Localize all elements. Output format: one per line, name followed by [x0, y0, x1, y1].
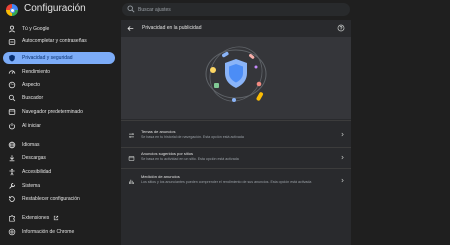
item-title: Temas de anuncios: [141, 129, 176, 134]
sidebar-item-default-browser[interactable]: Navegador predeterminado: [3, 106, 115, 118]
top-bar: Configuración: [0, 0, 450, 20]
item-description: Los sitios y los anunciantes pueden comp…: [141, 180, 312, 184]
sidebar-item-label: Buscador: [22, 95, 44, 101]
app-title: Configuración: [24, 3, 86, 14]
help-icon[interactable]: [337, 24, 345, 32]
sidebar-item-label: Tú y Google: [22, 26, 50, 32]
page-header: Privacidad en la publicidad: [121, 20, 351, 36]
sidebar-item-appearance[interactable]: Aspecto: [3, 79, 115, 91]
item-title: Medición de anuncios: [141, 174, 180, 179]
sidebar-item-label: Accesibilidad: [22, 169, 52, 175]
site-ads-icon: [128, 156, 135, 161]
sidebar-item-about-chrome[interactable]: Información de Chrome: [3, 226, 115, 238]
sidebar-item-label: Información de Chrome: [22, 229, 75, 235]
ad-topics-item[interactable]: Temas de anuncios Se basa en tu historia…: [121, 120, 351, 147]
item-title: Anuncios sugeridos por sitios: [141, 151, 194, 156]
sidebar-item-extensions[interactable]: Extensiones: [3, 212, 115, 224]
topics-icon: [129, 133, 134, 138]
person-icon: [8, 25, 16, 33]
sidebar-item-languages[interactable]: Idiomas: [3, 139, 115, 151]
wrench-icon: [9, 183, 15, 189]
sidebar-item-label: Aspecto: [22, 82, 41, 88]
reset-icon: [9, 196, 15, 202]
speedometer-icon: [8, 70, 16, 74]
sidebar-item-label: Descargas: [22, 155, 46, 161]
item-description: Se basa en tu historial de navegación. E…: [141, 135, 244, 139]
globe-icon: [8, 141, 16, 149]
search-box[interactable]: [122, 3, 350, 16]
sidebar-item-privacy[interactable]: Privacidad y seguridad: [3, 52, 115, 64]
back-arrow-icon[interactable]: [127, 25, 134, 32]
power-icon: [9, 123, 15, 130]
main-panel: Privacidad en la publicidad Temas de anu…: [121, 20, 351, 245]
sidebar-item-label: Autocompletar y contraseñas: [22, 38, 87, 44]
download-icon: [9, 155, 15, 162]
sidebar-item-performance[interactable]: Rendimiento: [3, 66, 115, 78]
settings-logo-icon: [6, 4, 18, 16]
sidebar-item-label: Al iniciar: [22, 123, 41, 129]
search-icon: [127, 5, 135, 13]
palette-icon: [8, 81, 16, 89]
sidebar-item-on-startup[interactable]: Al iniciar: [3, 120, 115, 132]
sidebar-item-autofill[interactable]: Autocompletar y contraseñas: [3, 37, 115, 51]
search-input[interactable]: [138, 3, 338, 16]
page-title: Privacidad en la publicidad: [142, 25, 202, 31]
sidebar-item-system[interactable]: Sistema: [3, 180, 115, 192]
site-suggested-ads-item[interactable]: Anuncios sugeridos por sitios Se basa en…: [121, 147, 351, 168]
sidebar-item-label: Sistema: [22, 183, 41, 189]
search-icon: [8, 94, 16, 102]
privacy-orbit-illustration: [205, 46, 267, 102]
sidebar-item-label: Idiomas: [22, 142, 40, 148]
sidebar-item-search-engine[interactable]: Buscador: [3, 92, 115, 104]
sidebar-item-reset[interactable]: Restablecer configuración: [3, 193, 115, 205]
chevron-right-icon: [341, 155, 344, 160]
sidebar-item-downloads[interactable]: Descargas: [3, 152, 115, 164]
accessibility-icon: [9, 168, 15, 176]
sidebar-item-label: Rendimiento: [22, 69, 51, 75]
ad-measurement-item[interactable]: Medición de anuncios Los sitios y los an…: [121, 168, 351, 198]
browser-icon: [8, 109, 16, 115]
sidebar-item-label: Extensiones: [22, 215, 50, 221]
shield-icon: [9, 54, 15, 62]
sidebar-item-you-and-google[interactable]: Tú y Google: [3, 23, 115, 35]
privacy-illustration: [121, 37, 351, 119]
chart-icon: [129, 179, 134, 184]
external-link-icon: [54, 215, 59, 221]
sidebar: Tú y Google Autocompletar y contraseñas …: [0, 20, 118, 245]
sidebar-item-label: Privacidad y seguridad: [22, 55, 73, 61]
chevron-right-icon: [341, 132, 344, 137]
chrome-icon: [8, 228, 16, 236]
item-description: Se basa en tu actividad en un sitio. Est…: [141, 157, 239, 161]
key-icon: [8, 39, 16, 45]
puzzle-icon: [9, 215, 15, 222]
sidebar-item-accessibility[interactable]: Accesibilidad: [3, 166, 115, 178]
sidebar-item-label: Navegador predeterminado: [22, 109, 83, 115]
chevron-right-icon: [341, 178, 344, 183]
sidebar-item-label: Restablecer configuración: [22, 196, 80, 202]
